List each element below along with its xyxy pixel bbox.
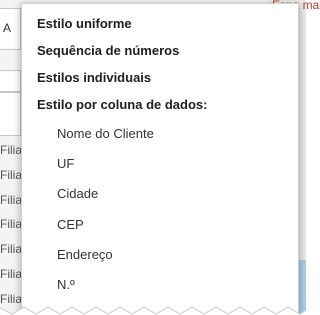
menu-item-uniform-style[interactable]: Estilo uniforme	[37, 16, 132, 31]
background-row: Filial	[0, 266, 22, 281]
style-dropdown-menu: Estilo uniforme Sequência de números Est…	[21, 3, 299, 315]
background-field	[0, 92, 21, 136]
menu-item-column-address[interactable]: Endereço	[57, 247, 113, 262]
background-row: Filial	[0, 242, 22, 257]
background-row: Filial	[0, 167, 22, 182]
menu-item-column-zip[interactable]: CEP	[57, 217, 84, 232]
menu-item-number-sequence[interactable]: Sequência de números	[37, 43, 179, 58]
menu-item-column-city[interactable]: Cidade	[57, 186, 98, 201]
background-field: A	[0, 8, 21, 50]
menu-section-style-by-column: Estilo por coluna de dados:	[37, 97, 208, 112]
background-row: Filial	[0, 217, 22, 232]
background-field-text: A	[3, 21, 12, 35]
background-row: Filial	[0, 143, 22, 157]
menu-item-column-number[interactable]: N.º	[57, 277, 75, 292]
background-field	[0, 70, 21, 92]
menu-item-column-customer-name[interactable]: Nome do Cliente	[57, 126, 154, 141]
background-row: Filial	[0, 192, 22, 207]
menu-item-column-state[interactable]: UF	[57, 156, 74, 171]
menu-item-individual-styles[interactable]: Estilos individuais	[37, 70, 151, 85]
torn-edge	[0, 306, 306, 315]
